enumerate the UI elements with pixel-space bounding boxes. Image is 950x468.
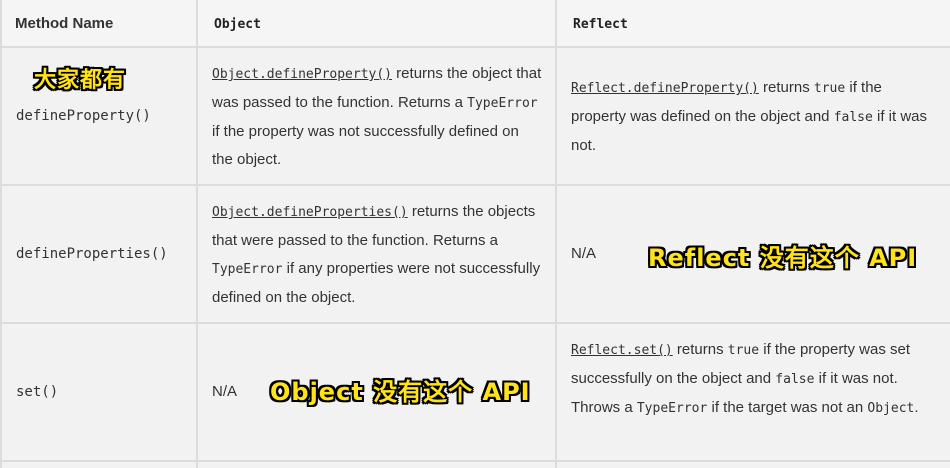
- row3-reflect-cell: Reflect.set() returns true if the proper…: [557, 324, 950, 460]
- header-object: Object: [198, 0, 555, 46]
- row2-method-cell: defineProperties(): [2, 186, 196, 322]
- header-method-label: Method Name: [15, 15, 114, 32]
- row3-object-annotation: Object 没有这个 API: [270, 378, 531, 406]
- row1-reflect-text1: returns: [758, 79, 814, 96]
- row4-method-cell-partial: [2, 462, 196, 468]
- row1-reflect-code1: true: [813, 81, 846, 96]
- row3-reflect-code3: TypeError: [636, 401, 708, 416]
- row2-reflect-annotation: Reflect 没有这个 API: [648, 244, 918, 272]
- reflect-defineproperty-link[interactable]: Reflect.defineProperty(): [571, 81, 759, 96]
- header-reflect: Reflect: [557, 0, 950, 46]
- header-method-name: Method Name: [2, 0, 196, 46]
- object-defineproperties-link[interactable]: Object.defineProperties(): [212, 205, 408, 220]
- row3-reflect-code4: Object: [867, 401, 915, 416]
- row2-method-name: defineProperties(): [16, 246, 168, 262]
- row3-reflect-text1: returns: [672, 341, 728, 358]
- row2-object-code1: TypeError: [212, 262, 283, 277]
- row1-reflect-code2: false: [833, 110, 873, 125]
- row2-reflect-na: N/A: [571, 245, 597, 262]
- row2-object-cell: Object.defineProperties() returns the ob…: [198, 186, 555, 322]
- header-object-label: Object: [214, 17, 261, 32]
- row3-reflect-code2: false: [775, 372, 815, 387]
- row1-object-code1: TypeError: [467, 96, 538, 111]
- row3-reflect-text4: if the target was not an: [707, 399, 868, 416]
- row3-reflect-text5: .: [914, 399, 919, 416]
- header-reflect-label: Reflect: [573, 17, 628, 32]
- row4-reflect-cell-partial: [557, 462, 950, 468]
- row3-method-name: set(): [16, 384, 59, 400]
- row1-object-cell: Object.defineProperty() returns the obje…: [198, 48, 555, 184]
- row3-reflect-code1: true: [727, 343, 760, 358]
- row1-reflect-cell: Reflect.defineProperty() returns true if…: [557, 48, 950, 184]
- row4-object-cell-partial: [198, 462, 555, 468]
- comparison-table: Method Name Object Reflect definePropert…: [0, 0, 950, 468]
- row1-object-text2: if the property was not successfully def…: [212, 123, 519, 168]
- reflect-set-link[interactable]: Reflect.set(): [571, 343, 673, 358]
- object-defineproperty-link[interactable]: Object.defineProperty(): [212, 67, 392, 82]
- row1-annotation: 大家都有: [34, 68, 127, 93]
- row3-object-na: N/A: [212, 383, 238, 400]
- row3-method-cell: set(): [2, 324, 196, 460]
- row1-method-name: defineProperty(): [16, 108, 151, 124]
